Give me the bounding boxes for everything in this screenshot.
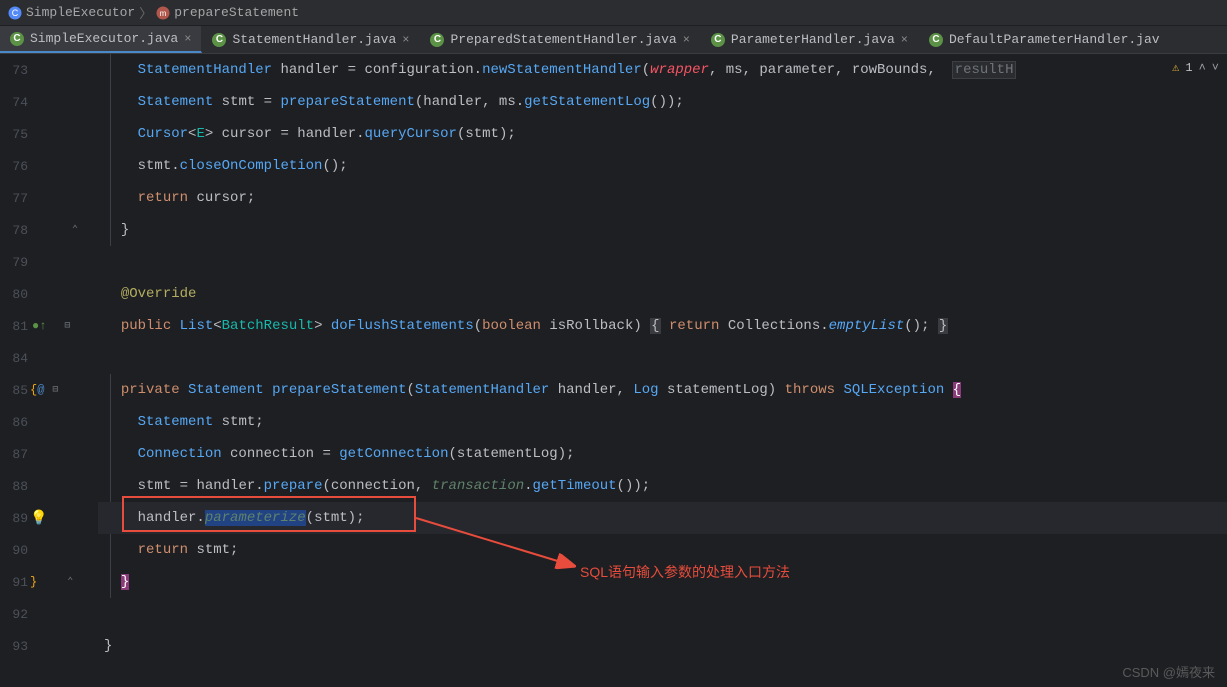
- svg-text:m: m: [160, 9, 167, 18]
- breadcrumb-method-label: prepareStatement: [174, 5, 299, 20]
- breadcrumb-class-label: SimpleExecutor: [26, 5, 135, 20]
- line-number[interactable]: 93: [12, 630, 28, 662]
- code-line[interactable]: }: [104, 630, 1227, 662]
- line-number[interactable]: 90: [12, 534, 28, 566]
- code-line[interactable]: [104, 342, 1227, 374]
- breadcrumb: C SimpleExecutor 〉 m prepareStatement: [0, 0, 1227, 26]
- chevron-up-icon[interactable]: ˄: [1199, 61, 1206, 75]
- tab-statementhandler[interactable]: C StatementHandler.java ×: [202, 26, 420, 53]
- tab-label: DefaultParameterHandler.jav: [949, 32, 1160, 47]
- annotation-arrow: [414, 516, 584, 576]
- fold-end-icon[interactable]: ⌃: [72, 224, 78, 236]
- java-file-icon: C: [929, 33, 943, 47]
- code-line[interactable]: }: [104, 214, 1227, 246]
- intention-bulb-icon[interactable]: 💡: [30, 510, 47, 527]
- fold-end-icon[interactable]: ⌃: [67, 576, 73, 588]
- tab-label: SimpleExecutor.java: [30, 31, 178, 46]
- override-icon[interactable]: ●↑: [32, 319, 46, 333]
- tab-preparedstatementhandler[interactable]: C PreparedStatementHandler.java ×: [420, 26, 700, 53]
- code-line[interactable]: stmt = handler.prepare(connection, trans…: [104, 470, 1227, 502]
- java-file-icon: C: [430, 33, 444, 47]
- close-icon[interactable]: ×: [184, 32, 191, 46]
- code-line[interactable]: Statement stmt;: [104, 406, 1227, 438]
- code-line[interactable]: stmt.closeOnCompletion();: [104, 150, 1227, 182]
- code-line[interactable]: [104, 246, 1227, 278]
- editor[interactable]: 73747576777879808184858687888990919293 ⌃…: [0, 54, 1227, 687]
- code-line[interactable]: return cursor;: [104, 182, 1227, 214]
- code-line[interactable]: Cursor<E> cursor = handler.queryCursor(s…: [104, 118, 1227, 150]
- tab-defaultparameterhandler[interactable]: C DefaultParameterHandler.jav: [919, 26, 1171, 53]
- code-line[interactable]: private Statement prepareStatement(State…: [104, 374, 1227, 406]
- code-line[interactable]: public List<BatchResult> doFlushStatemen…: [104, 310, 1227, 342]
- line-number[interactable]: 78: [12, 214, 28, 246]
- breadcrumb-class[interactable]: C SimpleExecutor: [8, 5, 135, 20]
- java-file-icon: C: [212, 33, 226, 47]
- fold-icon[interactable]: ⊟: [64, 320, 70, 332]
- code-area[interactable]: StatementHandler handler = configuration…: [98, 54, 1227, 687]
- inspection-widget[interactable]: ⚠ 1 ˄ ˅: [1172, 60, 1219, 75]
- line-number[interactable]: 91: [12, 566, 28, 598]
- method-icon: m: [156, 6, 170, 20]
- line-number[interactable]: 89: [12, 502, 28, 534]
- brace-end-marker-icon: }: [30, 575, 37, 589]
- line-number[interactable]: 80: [12, 278, 28, 310]
- line-number[interactable]: 92: [12, 598, 28, 630]
- tab-parameterhandler[interactable]: C ParameterHandler.java ×: [701, 26, 919, 53]
- line-number[interactable]: 86: [12, 406, 28, 438]
- code-line[interactable]: StatementHandler handler = configuration…: [104, 54, 1227, 86]
- code-line[interactable]: @Override: [104, 278, 1227, 310]
- code-line[interactable]: Connection connection = getConnection(st…: [104, 438, 1227, 470]
- tab-label: ParameterHandler.java: [731, 32, 895, 47]
- java-file-icon: C: [10, 32, 24, 46]
- svg-text:C: C: [12, 8, 19, 18]
- annotation-text: SQL语句输入参数的处理入口方法: [580, 562, 790, 582]
- line-number[interactable]: 77: [12, 182, 28, 214]
- line-number[interactable]: 84: [12, 342, 28, 374]
- fold-icon[interactable]: ⊟: [52, 384, 58, 396]
- breadcrumb-separator: 〉: [139, 3, 152, 22]
- at-marker-icon: @: [37, 383, 44, 397]
- class-icon: C: [8, 6, 22, 20]
- tab-simpleexecutor[interactable]: C SimpleExecutor.java ×: [0, 26, 202, 53]
- line-number[interactable]: 87: [12, 438, 28, 470]
- line-number[interactable]: 81: [12, 310, 28, 342]
- warning-icon: ⚠: [1172, 60, 1179, 75]
- line-number[interactable]: 79: [12, 246, 28, 278]
- line-number[interactable]: 73: [12, 54, 28, 86]
- line-number[interactable]: 76: [12, 150, 28, 182]
- watermark: CSDN @嫣夜来: [1122, 662, 1215, 681]
- java-file-icon: C: [711, 33, 725, 47]
- warning-count: 1: [1185, 61, 1192, 75]
- close-icon[interactable]: ×: [901, 33, 908, 47]
- line-number[interactable]: 74: [12, 86, 28, 118]
- line-number[interactable]: 85: [12, 374, 28, 406]
- code-line[interactable]: Statement stmt = prepareStatement(handle…: [104, 86, 1227, 118]
- close-icon[interactable]: ×: [402, 33, 409, 47]
- tab-label: PreparedStatementHandler.java: [450, 32, 676, 47]
- line-number[interactable]: 88: [12, 470, 28, 502]
- close-icon[interactable]: ×: [683, 33, 690, 47]
- code-line[interactable]: [104, 598, 1227, 630]
- line-number[interactable]: 75: [12, 118, 28, 150]
- gutter[interactable]: 73747576777879808184858687888990919293 ⌃…: [0, 54, 98, 687]
- chevron-down-icon[interactable]: ˅: [1212, 61, 1219, 75]
- breadcrumb-method[interactable]: m prepareStatement: [156, 5, 299, 20]
- tab-label: StatementHandler.java: [232, 32, 396, 47]
- code-line[interactable]: handler.parameterize(stmt);: [104, 502, 1227, 534]
- brace-marker-icon: {: [30, 383, 37, 397]
- editor-tabs: C SimpleExecutor.java × C StatementHandl…: [0, 26, 1227, 54]
